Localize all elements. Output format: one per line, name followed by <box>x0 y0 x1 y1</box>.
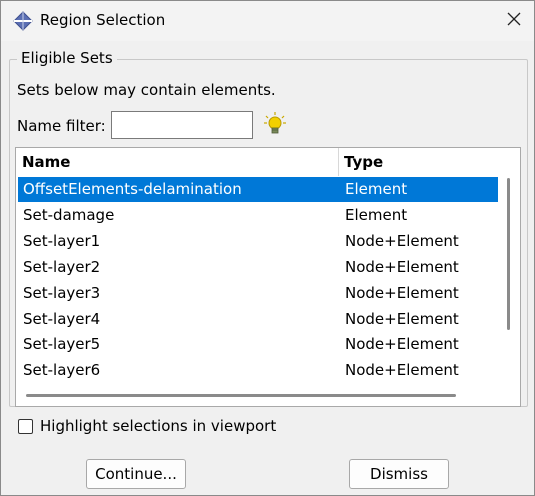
highlight-checkbox[interactable] <box>18 419 33 434</box>
column-header-name[interactable]: Name <box>22 153 70 171</box>
row-type: Node+Element <box>345 335 459 353</box>
group-description: Sets below may contain elements. <box>17 81 276 99</box>
row-type: Node+Element <box>345 310 459 328</box>
table-header: Name Type <box>16 148 520 176</box>
horizontal-scrollbar[interactable] <box>26 394 456 397</box>
row-type: Node+Element <box>345 284 459 302</box>
row-name: Set-layer1 <box>23 232 101 250</box>
close-button[interactable] <box>494 1 534 41</box>
row-name: Set-layer6 <box>23 361 101 379</box>
row-type: Node+Element <box>345 258 459 276</box>
group-legend: Eligible Sets <box>17 49 117 67</box>
row-type: Element <box>345 180 408 198</box>
window-title: Region Selection <box>40 11 166 29</box>
row-name: Set-layer5 <box>23 335 101 353</box>
region-selection-dialog: Region Selection Eligible Sets Sets belo… <box>0 0 535 496</box>
lightbulb-icon[interactable] <box>263 111 287 137</box>
sets-table: Name Type OffsetElements-delamination El… <box>15 147 521 407</box>
column-separator <box>338 148 339 176</box>
close-icon <box>507 12 521 30</box>
row-name: Set-layer2 <box>23 258 101 276</box>
vertical-scrollbar[interactable] <box>507 178 510 330</box>
table-row[interactable]: OffsetElements-delamination Element <box>18 177 498 202</box>
table-row[interactable]: Set-layer5 Node+Element <box>18 332 498 357</box>
highlight-label[interactable]: Highlight selections in viewport <box>40 417 276 435</box>
table-row[interactable]: Set-layer2 Node+Element <box>18 255 498 280</box>
continue-button[interactable]: Continue... <box>86 459 186 489</box>
table-row[interactable]: Set-layer6 Node+Element <box>18 358 498 383</box>
row-type: Node+Element <box>345 361 459 379</box>
table-row[interactable]: Set-layer3 Node+Element <box>18 281 498 306</box>
table-row[interactable]: Set-layer4 Node+Element <box>18 307 498 332</box>
name-filter-input[interactable] <box>111 111 253 139</box>
abaqus-diamond-icon <box>13 11 33 31</box>
row-name: Set-layer3 <box>23 284 101 302</box>
row-name: OffsetElements-delamination <box>23 180 242 198</box>
row-name: Set-layer4 <box>23 310 101 328</box>
table-row[interactable]: Set-damage Element <box>18 203 498 228</box>
table-row[interactable]: Set-layer1 Node+Element <box>18 229 498 254</box>
dismiss-button[interactable]: Dismiss <box>349 459 449 489</box>
row-type: Element <box>345 206 408 224</box>
name-filter-label: Name filter: <box>17 117 106 135</box>
row-name: Set-damage <box>23 206 115 224</box>
row-type: Node+Element <box>345 232 459 250</box>
column-header-type[interactable]: Type <box>344 153 383 171</box>
title-bar: Region Selection <box>1 1 534 41</box>
